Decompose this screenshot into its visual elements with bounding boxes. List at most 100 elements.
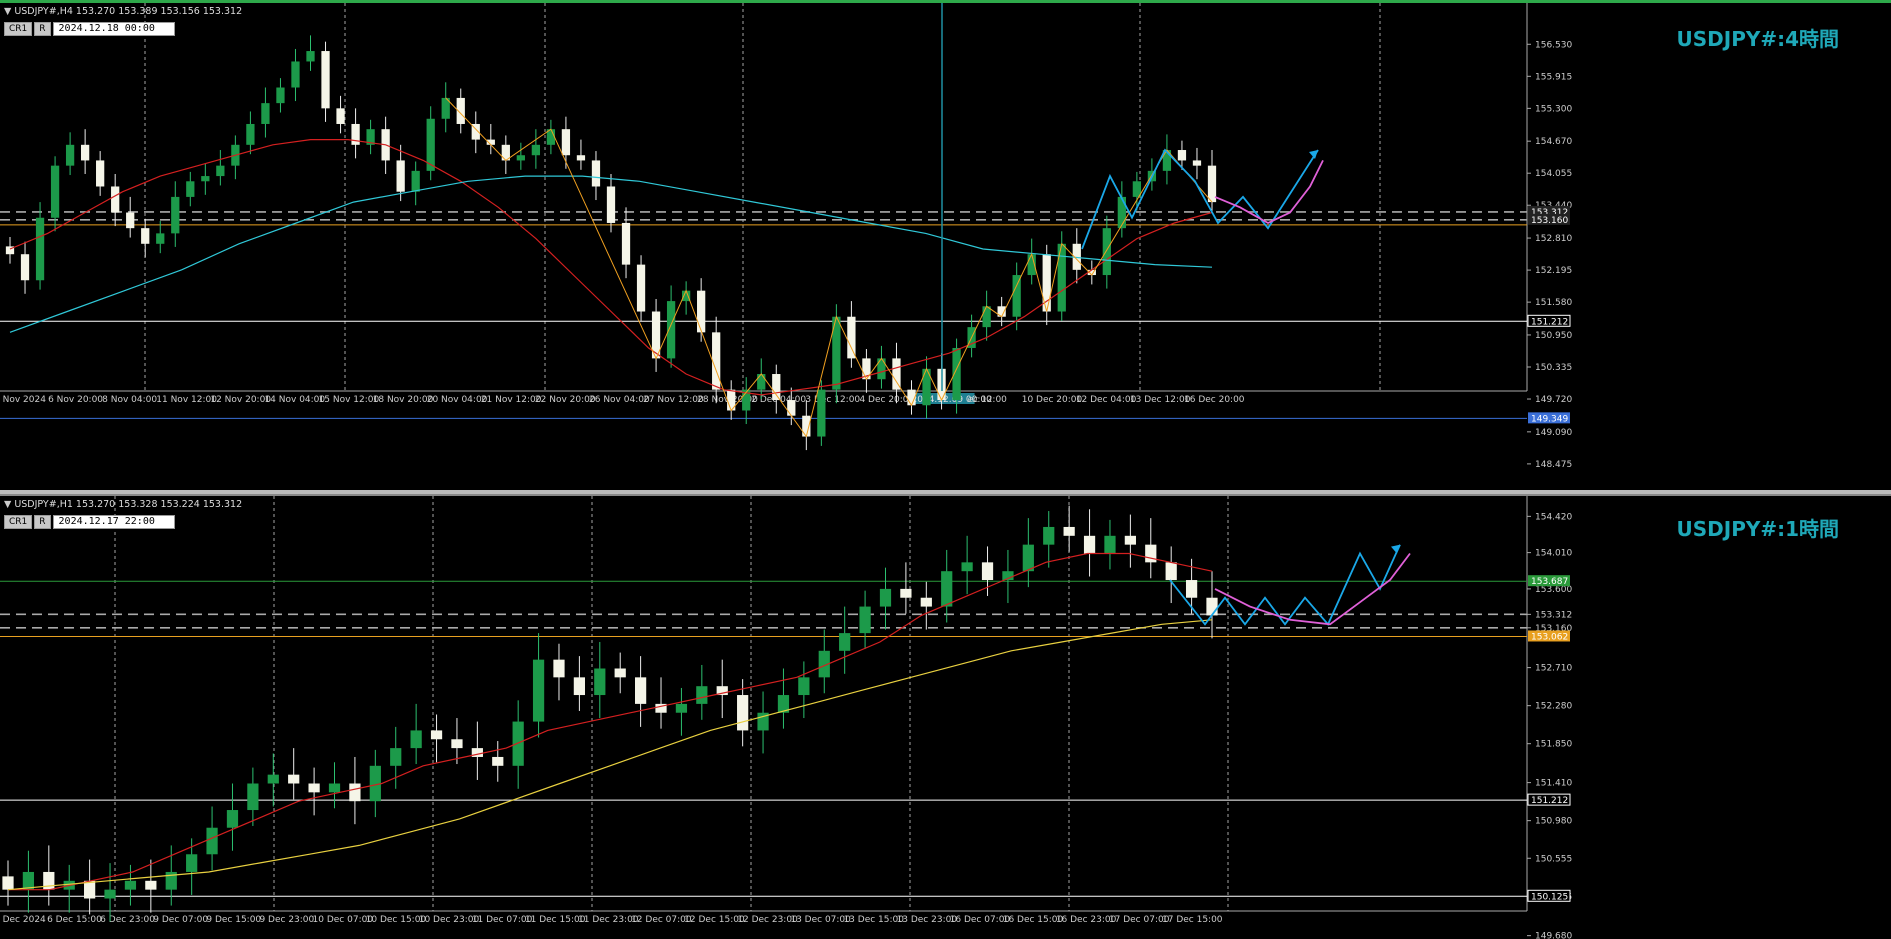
- candle-bear: [321, 51, 330, 109]
- time-axis-label: 10 Dec 15:00: [366, 915, 427, 925]
- price-tick-label: 155.915: [1535, 72, 1572, 82]
- cr1-button[interactable]: CR1: [4, 514, 33, 529]
- time-axis-label: 16 Dec 23:00: [1056, 915, 1117, 925]
- candle-bear: [351, 123, 360, 145]
- candle-bear: [712, 332, 721, 390]
- candle-bull: [216, 165, 225, 177]
- candle-bear: [396, 160, 405, 192]
- candle-bear: [20, 254, 30, 281]
- cr1-button[interactable]: CR1: [4, 21, 33, 36]
- h1-datetime-field[interactable]: 2024.12.17 22:00: [52, 514, 175, 529]
- price-tick-label: 153.312: [1535, 610, 1572, 620]
- collapse-triangle-icon[interactable]: ▼: [4, 6, 11, 17]
- time-axis-label: 26 Nov 04:00: [589, 395, 650, 405]
- time-axis-label: 11 Dec 23:00: [578, 915, 639, 925]
- candle-bull: [961, 562, 973, 572]
- time-axis-label: 16 Dec 15:00: [1003, 915, 1064, 925]
- candle-bear: [80, 144, 90, 161]
- time-axis-label: 16 Dec 20:00: [1184, 395, 1245, 405]
- candle-bear: [787, 400, 796, 416]
- time-axis-label: 13 Dec 23:00: [897, 915, 958, 925]
- time-axis-label: 11 Dec 15:00: [525, 915, 586, 925]
- h1-chart-svg[interactable]: 154.420154.010153.600153.312153.160152.7…: [0, 496, 1891, 939]
- h4-datetime-field[interactable]: 2024.12.18 00:00: [52, 21, 175, 36]
- candle-bull: [839, 633, 851, 651]
- candle-bull: [1022, 544, 1034, 572]
- h4-controls: CR1 R 2024.12.18 00:00: [4, 21, 175, 36]
- candle-bull: [50, 165, 60, 218]
- candle-bear: [84, 880, 96, 899]
- candle-bear: [553, 659, 565, 678]
- candle-bear: [451, 739, 463, 749]
- candle-bear: [606, 186, 616, 223]
- price-tick-label: 154.055: [1535, 169, 1572, 179]
- price-level-label: 151.212: [1531, 796, 1568, 806]
- candle-bull: [201, 176, 210, 182]
- candle-bear: [336, 108, 345, 124]
- candle-bear: [634, 677, 647, 704]
- h4-header-text: USDJPY#,H4 153.270 153.389 153.156 153.3…: [14, 6, 243, 17]
- time-axis-label: 6 Dec 15:00: [47, 915, 102, 925]
- price-tick-label: 149.090: [1535, 428, 1572, 438]
- time-axis-label: 21 Nov 12:00: [481, 395, 542, 405]
- h1-chart-pane[interactable]: 154.420 154.010 153.600 153.312 153.160 152.7…: [0, 494, 1891, 939]
- ma-red-line: [8, 552, 1213, 891]
- candle-bull: [306, 51, 315, 62]
- time-axis-label: 9 Dec 07:00: [153, 915, 208, 925]
- candle-bull: [696, 686, 708, 704]
- candle-bull: [532, 659, 545, 722]
- collapse-triangle-icon[interactable]: ▼: [4, 499, 11, 510]
- candle-bull: [206, 827, 218, 855]
- candle-bull: [516, 155, 525, 161]
- time-axis-label: 13 Dec 15:00: [843, 915, 904, 925]
- candle-bull: [226, 810, 239, 828]
- h1-watermark: USDJPY#:1時間: [1676, 517, 1840, 541]
- candle-bear: [892, 358, 901, 390]
- h4-chart-svg[interactable]: 156.530155.915155.300154.670154.055153.4…: [0, 3, 1891, 490]
- h4-chart-pane[interactable]: 156.530155.915155.300154.670154.055153.4…: [0, 0, 1891, 490]
- price-level-label: 153.687: [1531, 577, 1568, 587]
- time-axis-label: 15 Nov 12:00: [319, 395, 380, 405]
- candle-bear: [697, 290, 706, 333]
- candle-bear: [308, 783, 320, 793]
- time-axis-label: 14 Nov 04:00: [264, 395, 325, 405]
- candle-bear: [1145, 544, 1157, 563]
- candle-bull: [879, 588, 892, 607]
- candle-bear: [1185, 580, 1198, 598]
- time-axis-label: 12 Dec 23:00: [737, 915, 798, 925]
- time-axis-label: 17 Dec 15:00: [1162, 915, 1223, 925]
- candle-bear: [900, 588, 912, 598]
- price-tick-label: 156.530: [1535, 40, 1572, 50]
- candle-bear: [561, 129, 571, 156]
- price-tick-label: 152.195: [1535, 266, 1572, 276]
- price-level-label: 151.212: [1531, 317, 1568, 327]
- candle-bull: [390, 748, 402, 766]
- ma-yellow-line: [7, 619, 1213, 891]
- candle-bear: [1206, 597, 1218, 616]
- candle-bear: [430, 730, 443, 740]
- price-tick-label: 149.720: [1535, 395, 1572, 405]
- r-button[interactable]: R: [34, 21, 51, 36]
- r-button[interactable]: R: [34, 514, 51, 529]
- candle-bear: [96, 160, 105, 187]
- price-tick-label: 155.300: [1535, 104, 1572, 114]
- candle-bull: [798, 677, 810, 696]
- candle-bear: [591, 160, 601, 187]
- candle-bull: [65, 144, 75, 166]
- price-level-label: 153.062: [1531, 632, 1568, 642]
- candle-bull: [941, 571, 953, 607]
- candle-bull: [186, 854, 198, 872]
- candle-bull: [859, 606, 871, 634]
- candle-bear: [1165, 562, 1177, 581]
- candle-bear: [772, 374, 781, 401]
- candle-bull: [247, 783, 259, 811]
- candle-bull: [246, 123, 255, 145]
- h1-controls: CR1 R 2024.12.17 22:00: [4, 514, 175, 529]
- price-level-label: 153.160: [1531, 216, 1568, 226]
- price-tick-label: 149.680: [1535, 932, 1572, 939]
- time-axis-label: 6 Dec 23:00: [100, 915, 155, 925]
- candle-bear: [1177, 150, 1187, 161]
- time-axis-label: 12 Dec 07:00: [631, 915, 692, 925]
- time-axis-label: 6 Nov 20:00: [48, 395, 103, 405]
- price-tick-label: 150.980: [1535, 817, 1572, 827]
